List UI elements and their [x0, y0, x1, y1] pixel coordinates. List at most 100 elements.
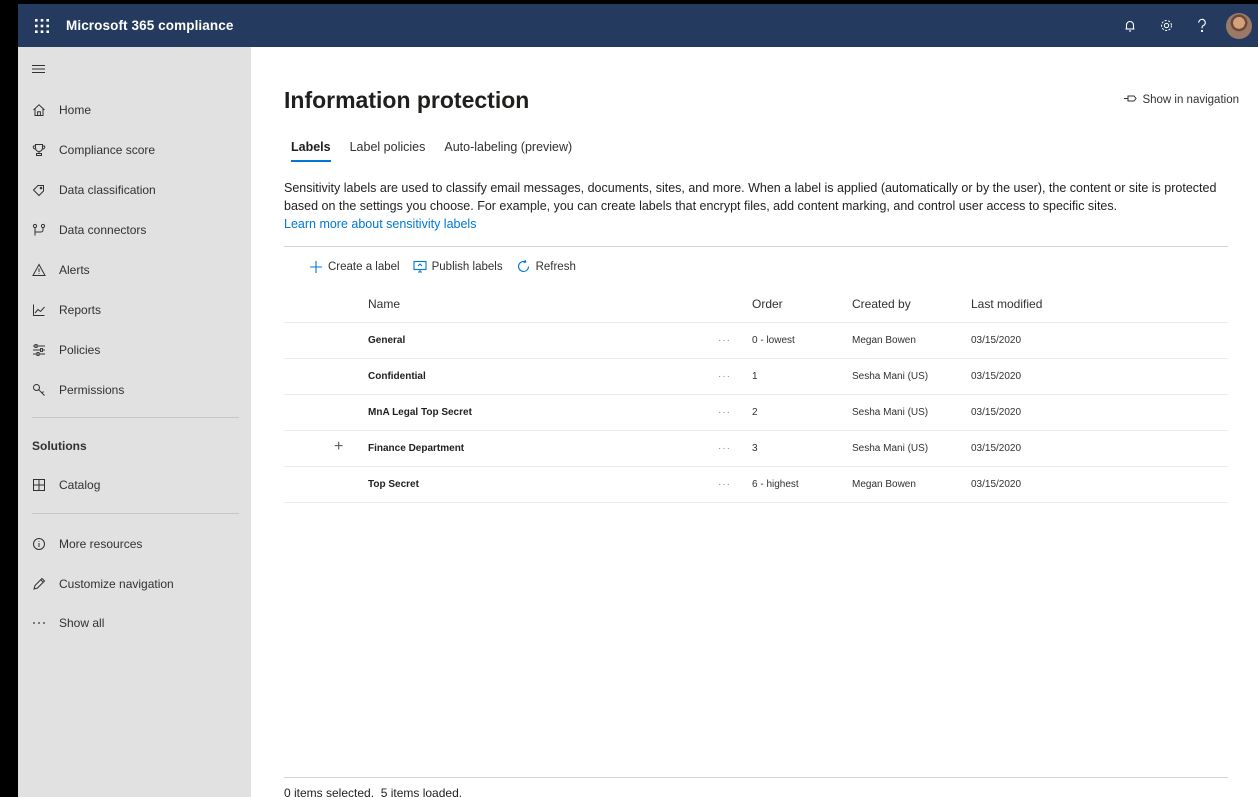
row-order: 6 - highest	[752, 479, 799, 490]
row-name: Top Secret	[368, 479, 419, 490]
show-in-navigation-label: Show in navigation	[1142, 94, 1239, 106]
publish-labels-text: Publish labels	[431, 260, 503, 273]
sidebar-item-label: Data classification	[59, 183, 156, 197]
row-name: Confidential	[368, 371, 426, 382]
row-created-by: Megan Bowen	[852, 335, 916, 346]
tab-labels[interactable]: Labels	[291, 140, 331, 162]
table-header: Name Order Created by Last modified	[284, 285, 1228, 323]
sidebar-item-label: More resources	[59, 537, 143, 551]
sidebar-divider	[32, 513, 239, 514]
plus-icon	[309, 260, 323, 274]
sidebar-item-compliance-score[interactable]: Compliance score	[18, 130, 251, 170]
sidebar-item-more-resources[interactable]: More resources	[18, 524, 251, 564]
sidebar-section-solutions: Solutions	[32, 439, 87, 453]
avatar[interactable]	[1226, 12, 1252, 39]
row-more-icon[interactable]: ···	[718, 443, 731, 454]
sidebar-item-data-classification[interactable]: Data classification	[18, 170, 251, 210]
sidebar-divider	[32, 417, 239, 418]
row-last-modified: 03/15/2020	[971, 335, 1022, 346]
column-header-last-modified[interactable]: Last modified	[971, 297, 1042, 311]
description-text: Sensitivity labels are used to classify …	[284, 181, 1217, 213]
chart-icon	[18, 303, 58, 317]
row-order: 3	[752, 443, 758, 454]
sidebar-item-label: Customize navigation	[59, 577, 174, 591]
info-icon	[18, 537, 58, 551]
sidebar-item-label: Catalog	[59, 478, 101, 492]
labels-table: Name Order Created by Last modified Gene…	[284, 285, 1228, 503]
tag-icon	[18, 183, 58, 197]
refresh-button[interactable]: Refresh	[516, 259, 576, 274]
show-in-navigation-button[interactable]: Show in navigation	[1124, 94, 1239, 106]
row-more-icon[interactable]: ···	[718, 335, 731, 346]
command-bar: Create a label Publish labels Refresh	[309, 259, 589, 274]
sidebar-item-label: Home	[59, 103, 92, 117]
sidebar-item-data-connectors[interactable]: Data connectors	[18, 210, 251, 250]
description: Sensitivity labels are used to classify …	[284, 179, 1229, 233]
row-more-icon[interactable]: ···	[718, 371, 731, 382]
row-last-modified: 03/15/2020	[971, 371, 1022, 382]
sidebar-item-show-all[interactable]: Show all	[18, 603, 251, 643]
top-bar: Microsoft 365 compliance	[18, 4, 1258, 47]
column-header-created-by[interactable]: Created by	[852, 297, 911, 311]
hamburger-icon[interactable]	[32, 61, 45, 79]
learn-more-link[interactable]: Learn more about sensitivity labels	[284, 215, 1229, 233]
tab-label-policies[interactable]: Label policies	[350, 140, 426, 162]
row-created-by: Sesha Mani (US)	[852, 443, 929, 454]
sidebar-item-label: Alerts	[59, 263, 90, 277]
table-row[interactable]: Confidential ··· 1 Sesha Mani (US) 03/15…	[284, 359, 1228, 395]
sidebar-item-label: Data connectors	[59, 223, 147, 237]
column-header-order[interactable]: Order	[752, 297, 783, 311]
pin-icon	[1124, 94, 1138, 106]
row-created-by: Sesha Mani (US)	[852, 407, 929, 418]
row-more-icon[interactable]: ···	[718, 479, 731, 490]
sidebar-item-catalog[interactable]: Catalog	[18, 465, 251, 505]
sidebar-item-permissions[interactable]: Permissions	[18, 370, 251, 410]
waffle-icon[interactable]	[18, 4, 66, 47]
sidebar-item-home[interactable]: Home	[18, 90, 251, 130]
row-name: MnA Legal Top Secret	[368, 407, 472, 418]
row-more-icon[interactable]: ···	[718, 407, 731, 418]
sidebar-item-customize-navigation[interactable]: Customize navigation	[18, 564, 251, 604]
main-content: Information protection Show in navigatio…	[251, 47, 1258, 797]
connector-icon	[18, 223, 58, 237]
page-title: Information protection	[284, 87, 530, 113]
catalog-icon	[18, 478, 58, 492]
table-row[interactable]: + Finance Department ··· 3 Sesha Mani (U…	[284, 431, 1228, 467]
sidebar-item-reports[interactable]: Reports	[18, 290, 251, 330]
create-label-button[interactable]: Create a label	[309, 260, 400, 274]
create-label-text: Create a label	[328, 260, 400, 273]
app-window: Microsoft 365 compliance Home Compliance…	[18, 4, 1258, 797]
pencil-icon	[18, 577, 58, 591]
home-icon	[18, 103, 58, 117]
sidebar-item-policies[interactable]: Policies	[18, 330, 251, 370]
sidebar: Home Compliance score Data classificatio…	[18, 47, 251, 797]
row-last-modified: 03/15/2020	[971, 407, 1022, 418]
app-title[interactable]: Microsoft 365 compliance	[66, 18, 233, 33]
row-created-by: Sesha Mani (US)	[852, 371, 929, 382]
gear-icon[interactable]	[1148, 4, 1184, 47]
key-icon	[18, 383, 58, 397]
table-row[interactable]: MnA Legal Top Secret ··· 2 Sesha Mani (U…	[284, 395, 1228, 431]
refresh-icon	[516, 259, 531, 274]
tab-auto-labeling[interactable]: Auto-labeling (preview)	[444, 140, 572, 162]
row-order: 2	[752, 407, 758, 418]
table-row[interactable]: Top Secret ··· 6 - highest Megan Bowen 0…	[284, 467, 1228, 503]
bell-icon[interactable]	[1112, 4, 1148, 47]
status-text: 0 items selected. 5 items loaded.	[284, 786, 463, 797]
publish-icon	[413, 260, 427, 273]
sidebar-item-label: Show all	[59, 616, 105, 630]
tab-list: Labels Label policies Auto-labeling (pre…	[291, 140, 591, 162]
ellipsis-icon	[18, 621, 58, 625]
table-row[interactable]: General ··· 0 - lowest Megan Bowen 03/15…	[284, 323, 1228, 359]
help-icon[interactable]	[1184, 4, 1220, 47]
expand-icon[interactable]: +	[334, 439, 343, 455]
refresh-text: Refresh	[535, 260, 576, 273]
status-bar: 0 items selected. 5 items loaded.	[284, 777, 1228, 797]
publish-labels-button[interactable]: Publish labels	[413, 260, 503, 273]
column-header-name[interactable]: Name	[368, 297, 400, 311]
row-name: General	[368, 335, 406, 346]
row-last-modified: 03/15/2020	[971, 443, 1022, 454]
sidebar-item-alerts[interactable]: Alerts	[18, 250, 251, 290]
sidebar-item-label: Policies	[59, 343, 101, 357]
sidebar-item-label: Compliance score	[59, 143, 156, 157]
